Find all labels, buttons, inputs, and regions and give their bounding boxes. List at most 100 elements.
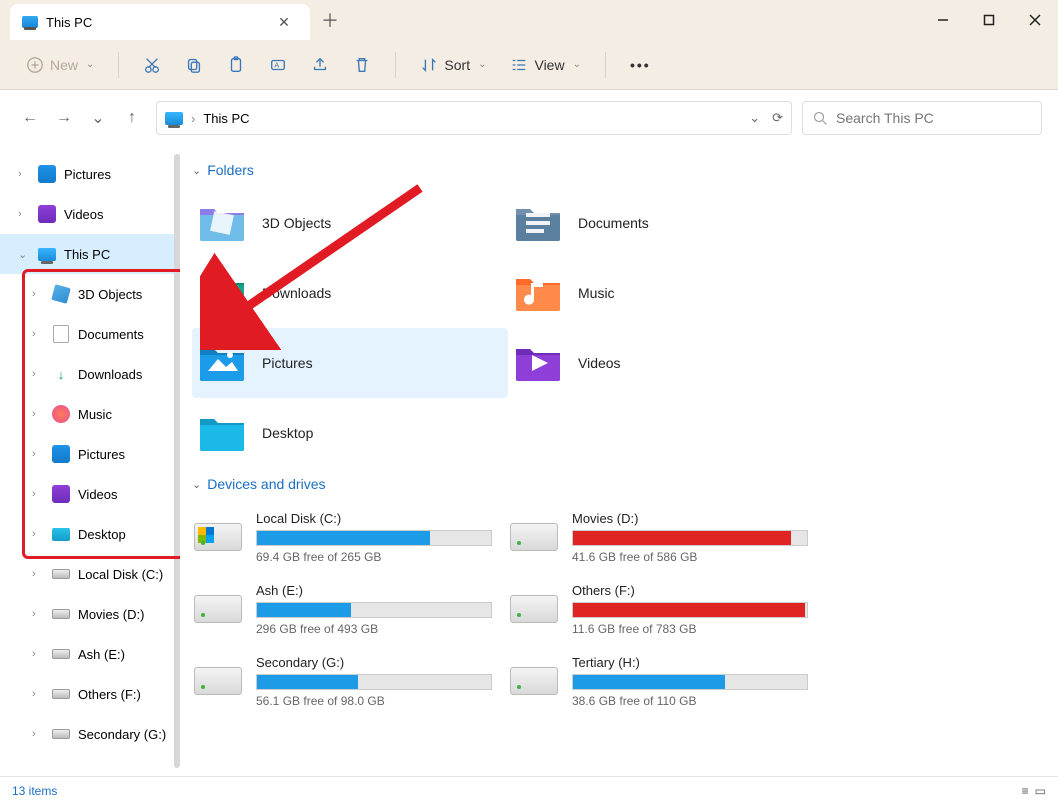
rename-icon: A <box>269 56 287 74</box>
back-button[interactable]: ← <box>16 104 44 132</box>
folder-label: Pictures <box>262 355 313 371</box>
new-tab-button[interactable]: ＋ <box>310 0 350 40</box>
rename-button[interactable]: A <box>259 48 297 82</box>
cut-button[interactable] <box>133 48 171 82</box>
sidebar-item-music[interactable]: › Music <box>0 394 180 434</box>
sidebar-item-videos[interactable]: › Videos <box>0 474 180 514</box>
section-drives[interactable]: ⌄ Devices and drives <box>192 476 1054 492</box>
drive-name: Secondary (G:) <box>256 655 508 670</box>
tiles-view-icon[interactable]: ▭ <box>1035 784 1046 798</box>
sidebar-item-movies-d-[interactable]: › Movies (D:) <box>0 594 180 634</box>
address-dropdown-icon[interactable]: ⌄ <box>749 110 760 126</box>
separator <box>395 52 396 78</box>
view-icon <box>510 56 528 74</box>
nav-arrows: ← → ⌄ ↑ <box>16 104 146 132</box>
sort-label: Sort <box>444 57 470 73</box>
chevron-icon: › <box>32 408 44 420</box>
separator <box>118 52 119 78</box>
drive-usage-bar <box>572 602 808 618</box>
delete-button[interactable] <box>343 48 381 82</box>
sidebar-item-others-f-[interactable]: › Others (F:) <box>0 674 180 714</box>
sort-icon <box>420 56 438 74</box>
folder-pictures[interactable]: Pictures <box>192 328 508 398</box>
paste-button[interactable] <box>217 48 255 82</box>
disk-icon <box>52 565 70 583</box>
refresh-icon[interactable]: ⟳ <box>772 110 783 126</box>
drive-icon <box>510 523 558 551</box>
pc-icon <box>38 245 56 263</box>
folder-icon <box>198 343 246 383</box>
sidebar-item-desktop[interactable]: › Desktop <box>0 514 180 554</box>
content-pane: ⌄ Folders 3D Objects Documents Downloads… <box>180 146 1058 776</box>
close-tab-icon[interactable]: ✕ <box>270 14 298 31</box>
tree-item-label: Local Disk (C:) <box>78 567 163 582</box>
breadcrumb-location[interactable]: This PC <box>203 111 249 126</box>
chevron-icon: › <box>32 288 44 300</box>
window-controls <box>920 0 1058 40</box>
tab-title: This PC <box>46 15 262 30</box>
minimize-button[interactable] <box>920 0 966 40</box>
recent-locations-button[interactable]: ⌄ <box>84 104 112 132</box>
drive-ash-e-[interactable]: Ash (E:) 296 GB free of 493 GB <box>192 574 508 644</box>
section-folders[interactable]: ⌄ Folders <box>192 162 1054 178</box>
tab-this-pc[interactable]: This PC ✕ <box>10 4 310 40</box>
folder-downloads[interactable]: Downloads <box>192 258 508 328</box>
more-button[interactable]: ••• <box>620 48 661 82</box>
drive-tertiary-h-[interactable]: Tertiary (H:) 38.6 GB free of 110 GB <box>508 646 824 716</box>
search-input[interactable] <box>836 110 1031 126</box>
sort-button[interactable]: Sort ⌄ <box>410 48 496 82</box>
plus-circle-icon <box>26 56 44 74</box>
drive-info: Movies (D:) 41.6 GB free of 586 GB <box>572 511 824 564</box>
details-view-icon[interactable]: ≡ <box>1022 784 1029 798</box>
drive-name: Others (F:) <box>572 583 824 598</box>
folder-desktop[interactable]: Desktop <box>192 398 508 468</box>
copy-button[interactable] <box>175 48 213 82</box>
sidebar-item-3d-objects[interactable]: › 3D Objects <box>0 274 180 314</box>
folder-3d-objects[interactable]: 3D Objects <box>192 188 508 258</box>
sidebar-item-documents[interactable]: › Documents <box>0 314 180 354</box>
new-button[interactable]: New ⌄ <box>16 48 104 82</box>
drive-icon <box>194 667 242 695</box>
status-bar: 13 items ≡ ▭ <box>0 776 1058 804</box>
sidebar-item-videos[interactable]: › Videos <box>0 194 180 234</box>
pictures-icon <box>38 165 56 183</box>
drive-movies-d-[interactable]: Movies (D:) 41.6 GB free of 586 GB <box>508 502 824 572</box>
status-item-count: 13 items <box>12 784 57 798</box>
sidebar-item-this-pc[interactable]: ⌄ This PC <box>0 234 180 274</box>
search-box[interactable] <box>802 101 1042 135</box>
new-label: New <box>50 57 78 73</box>
section-folders-label: Folders <box>207 162 254 178</box>
section-drives-label: Devices and drives <box>207 476 325 492</box>
folder-documents[interactable]: Documents <box>508 188 824 258</box>
drive-free-text: 11.6 GB free of 783 GB <box>572 622 824 636</box>
sidebar-item-downloads[interactable]: › ↓ Downloads <box>0 354 180 394</box>
sidebar-item-local-disk-c-[interactable]: › Local Disk (C:) <box>0 554 180 594</box>
toolbar: New ⌄ A Sort ⌄ View ⌄ ••• <box>0 40 1058 90</box>
sidebar-item-secondary-g-[interactable]: › Secondary (G:) <box>0 714 180 754</box>
share-button[interactable] <box>301 48 339 82</box>
sidebar-item-pictures[interactable]: › Pictures <box>0 154 180 194</box>
sidebar-item-pictures[interactable]: › Pictures <box>0 434 180 474</box>
folder-videos[interactable]: Videos <box>508 328 824 398</box>
address-bar[interactable]: › This PC ⌄ ⟳ <box>156 101 792 135</box>
close-button[interactable] <box>1012 0 1058 40</box>
drive-others-f-[interactable]: Others (F:) 11.6 GB free of 783 GB <box>508 574 824 644</box>
drive-local-disk-c-[interactable]: Local Disk (C:) 69.4 GB free of 265 GB <box>192 502 508 572</box>
chevron-icon: › <box>32 608 44 620</box>
view-button[interactable]: View ⌄ <box>500 48 590 82</box>
3d-icon <box>52 285 70 303</box>
drive-name: Movies (D:) <box>572 511 824 526</box>
up-button[interactable]: ↑ <box>118 104 146 132</box>
maximize-button[interactable] <box>966 0 1012 40</box>
folder-music[interactable]: Music <box>508 258 824 328</box>
tree-item-label: Ash (E:) <box>78 647 125 662</box>
desktop-icon <box>52 525 70 543</box>
view-label: View <box>534 57 564 73</box>
cut-icon <box>143 56 161 74</box>
drive-free-text: 69.4 GB free of 265 GB <box>256 550 508 564</box>
drive-secondary-g-[interactable]: Secondary (G:) 56.1 GB free of 98.0 GB <box>192 646 508 716</box>
nav-row: ← → ⌄ ↑ › This PC ⌄ ⟳ <box>0 90 1058 146</box>
tree-item-label: Downloads <box>78 367 142 382</box>
forward-button[interactable]: → <box>50 104 78 132</box>
sidebar-item-ash-e-[interactable]: › Ash (E:) <box>0 634 180 674</box>
